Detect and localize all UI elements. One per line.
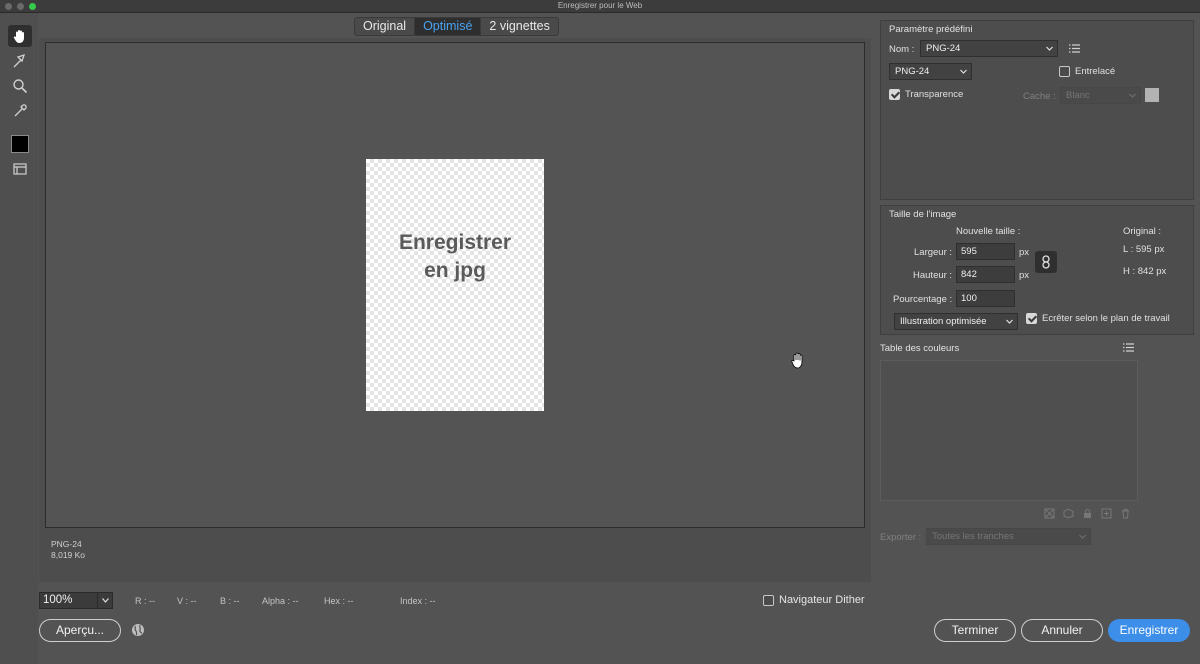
- original-size-label: Original :: [1123, 226, 1162, 237]
- preset-name-select[interactable]: PNG-24: [920, 40, 1058, 57]
- export-label: Exporter :: [880, 532, 922, 543]
- clip-to-artboard-checkbox[interactable]: [1026, 313, 1037, 324]
- document-text: Enregistrer en jpg: [366, 229, 544, 285]
- percent-label: Pourcentage :: [893, 294, 953, 305]
- document-preview: Enregistrer en jpg: [366, 159, 544, 411]
- index-readout: Index : --: [400, 596, 436, 606]
- slice-visibility-icon: [13, 163, 27, 175]
- toggle-slices-button[interactable]: [8, 158, 32, 180]
- hex-readout: Hex : --: [324, 596, 354, 606]
- tab-original[interactable]: Original: [355, 18, 416, 35]
- globe-icon[interactable]: [131, 623, 145, 637]
- chevron-down-icon: [960, 69, 967, 74]
- alpha-readout: Alpha : --: [262, 596, 299, 606]
- file-format-value: PNG-24: [895, 66, 930, 77]
- lock-color-icon[interactable]: [1082, 508, 1093, 519]
- clip-to-artboard-option[interactable]: Ecrêter selon le plan de travail: [1026, 313, 1170, 324]
- chevron-down-icon: [1046, 46, 1053, 51]
- eyedropper-tool-button[interactable]: [8, 100, 32, 122]
- height-label: Hauteur :: [913, 270, 953, 281]
- resample-quality-value: Illustration optimisée: [900, 316, 987, 327]
- chevron-down-icon: [101, 598, 109, 603]
- save-button[interactable]: Enregistrer: [1108, 619, 1190, 642]
- browser-dither-label: Navigateur Dither: [779, 594, 865, 606]
- slice-select-icon: [13, 53, 26, 68]
- zoom-tool-button[interactable]: [8, 75, 32, 97]
- zoom-icon: [13, 79, 28, 94]
- preset-name-value: PNG-24: [926, 43, 961, 54]
- optimize-menu-icon[interactable]: [1069, 44, 1080, 53]
- interlaced-label: Entrelacé: [1075, 66, 1116, 77]
- interlaced-option[interactable]: Entrelacé: [1059, 66, 1115, 77]
- interlaced-checkbox[interactable]: [1059, 66, 1070, 77]
- tools-panel: [0, 13, 38, 664]
- original-width: L : 595 px: [1123, 244, 1165, 255]
- hand-tool-button[interactable]: [8, 25, 32, 47]
- new-size-label: Nouvelle taille :: [956, 226, 1021, 237]
- constrain-proportions-button[interactable]: [1035, 251, 1057, 273]
- optimization-info: PNG-24 8,019 Ko: [51, 539, 85, 561]
- chevron-down-icon: [1006, 319, 1013, 324]
- delete-color-icon[interactable]: [1120, 508, 1131, 519]
- zoom-select[interactable]: 100%: [39, 592, 113, 609]
- zoom-dropdown-button[interactable]: [97, 593, 112, 608]
- matte-select[interactable]: Blanc: [1060, 87, 1141, 104]
- red-readout: R : --: [135, 596, 155, 606]
- height-unit: px: [1019, 270, 1030, 281]
- resample-quality-select[interactable]: Illustration optimisée: [894, 313, 1018, 330]
- color-table-menu-icon[interactable]: [1123, 343, 1134, 352]
- width-input[interactable]: 595: [956, 243, 1015, 260]
- file-format-select[interactable]: PNG-24: [889, 63, 972, 80]
- image-preview-canvas[interactable]: Enregistrer en jpg: [45, 42, 865, 528]
- original-height: H : 842 px: [1123, 266, 1167, 277]
- transparency-label: Transparence: [905, 89, 964, 100]
- add-color-icon[interactable]: [1101, 508, 1112, 519]
- transparency-checkbox[interactable]: [889, 89, 900, 100]
- chevron-down-icon: [1129, 93, 1136, 98]
- view-tabs: Original Optimisé 2 vignettes: [354, 17, 559, 36]
- transparency-option[interactable]: Transparence: [889, 89, 963, 100]
- color-table-title: Table des couleurs: [880, 343, 960, 354]
- tab-optimized[interactable]: Optimisé: [415, 18, 482, 35]
- link-icon: [1042, 255, 1050, 269]
- matte-value: Blanc: [1066, 90, 1090, 101]
- web-shift-icon[interactable]: [1063, 508, 1074, 519]
- hand-tool-icon: [13, 30, 24, 43]
- slice-select-tool-button[interactable]: [8, 50, 32, 72]
- height-input[interactable]: 842: [956, 266, 1015, 283]
- preset-name-label: Nom :: [889, 44, 915, 55]
- document-text-line1: Enregistrer: [398, 231, 512, 254]
- document-text-line2: en jpg: [424, 259, 486, 282]
- format-readout: PNG-24: [51, 539, 82, 549]
- color-table-area[interactable]: [880, 360, 1138, 501]
- percent-input[interactable]: 100: [956, 290, 1015, 307]
- chevron-down-icon: [1079, 534, 1086, 539]
- image-size-title: Taille de l'image: [889, 209, 957, 220]
- cancel-button[interactable]: Annuler: [1021, 619, 1103, 642]
- matte-label: Cache :: [1023, 91, 1056, 102]
- blue-readout: B : --: [220, 596, 240, 606]
- window-title: Enregistrer pour le Web: [557, 1, 643, 10]
- map-transparency-icon[interactable]: [1044, 508, 1055, 519]
- tab-2-up[interactable]: 2 vignettes: [481, 18, 557, 35]
- zoom-value: 100%: [43, 594, 73, 606]
- preview-button[interactable]: Aperçu...: [39, 619, 121, 642]
- preset-title: Paramètre prédéfini: [889, 24, 973, 35]
- export-select[interactable]: Toutes les tranches: [926, 528, 1091, 545]
- filesize-readout: 8,019 Ko: [51, 550, 86, 560]
- matte-color-swatch[interactable]: [1145, 88, 1159, 102]
- eyedropper-icon: [14, 104, 27, 117]
- eyedropper-color-swatch[interactable]: [11, 135, 29, 153]
- done-button[interactable]: Terminer: [934, 619, 1016, 642]
- hand-cursor-icon: [791, 352, 803, 369]
- width-label: Largeur :: [914, 247, 953, 258]
- width-unit: px: [1019, 247, 1030, 258]
- title-bar: Enregistrer pour le Web: [0, 0, 1200, 13]
- browser-dither-checkbox[interactable]: [763, 594, 774, 606]
- clip-to-artboard-label: Ecrêter selon le plan de travail: [1042, 313, 1170, 324]
- green-readout: V : --: [177, 596, 197, 606]
- browser-dither-option[interactable]: Navigateur Dither: [763, 594, 865, 606]
- export-value: Toutes les tranches: [932, 531, 1014, 542]
